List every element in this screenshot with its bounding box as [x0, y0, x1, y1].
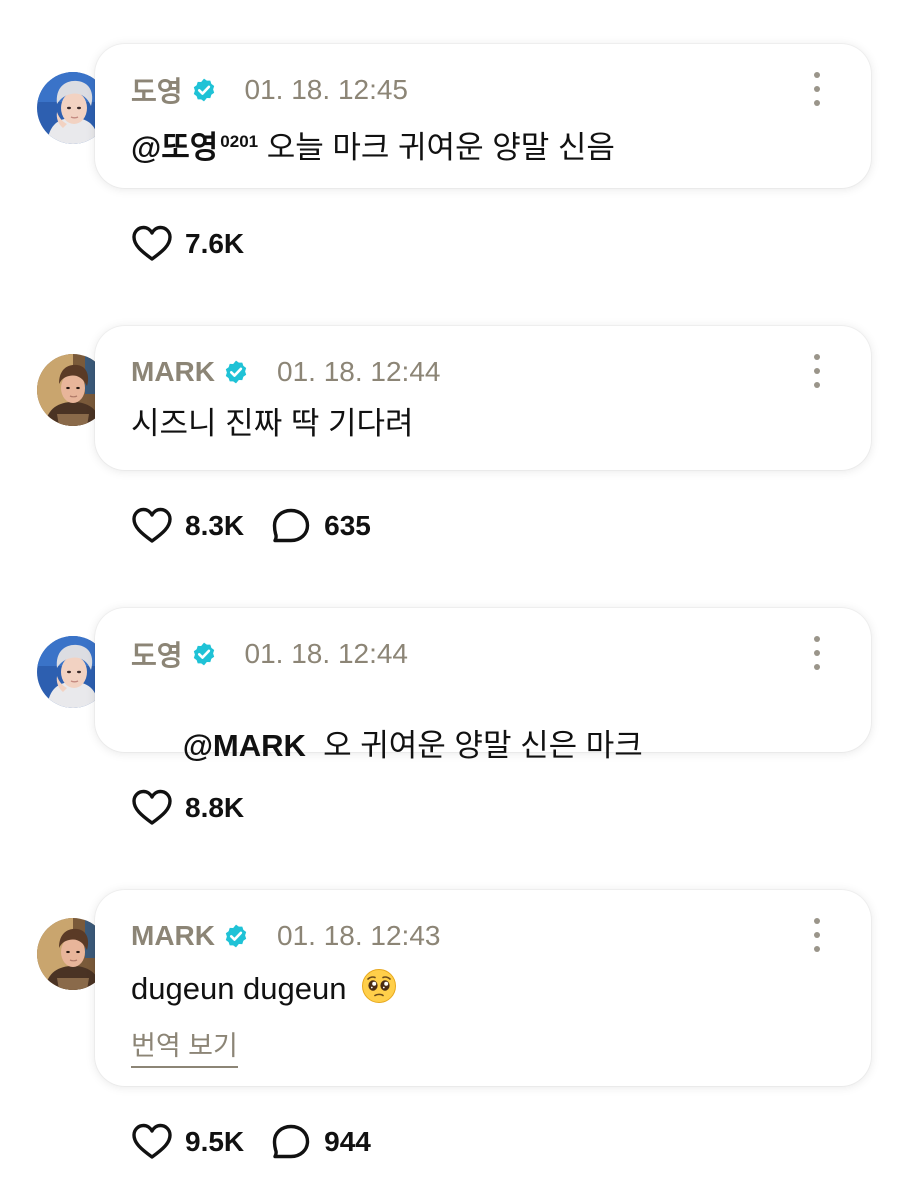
author-name[interactable]: 도영 — [131, 70, 183, 110]
like-button[interactable]: 7.6K — [131, 224, 244, 264]
comment-button[interactable]: 944 — [270, 1122, 371, 1162]
post-meta: MARK 01. 18. 12:44 — [131, 354, 440, 390]
post-text: @또영 0201 오늘 마크 귀여운 양말 신음 — [131, 130, 615, 165]
more-options-icon[interactable] — [805, 72, 829, 106]
author-name[interactable]: 도영 — [131, 634, 183, 674]
post-text: dugeun dugeun — [131, 968, 397, 1009]
translate-link[interactable]: 번역 보기 — [131, 1024, 238, 1068]
more-options-icon[interactable] — [805, 636, 829, 670]
verified-badge-icon — [223, 923, 249, 949]
post-actions: 7.6K — [131, 224, 270, 264]
like-button[interactable]: 8.8K — [131, 788, 244, 828]
mention-link[interactable]: @또영 0201 — [131, 130, 258, 165]
comment-icon — [270, 506, 312, 546]
comment-count: 944 — [324, 1126, 371, 1157]
post-meta: 도영 01. 18. 12:45 — [131, 72, 408, 108]
more-options-icon[interactable] — [805, 354, 829, 388]
verified-badge-icon — [223, 359, 249, 385]
author-name[interactable]: MARK — [131, 920, 215, 952]
heart-icon — [131, 788, 173, 828]
post-actions: 8.3K 635 — [131, 506, 397, 546]
post-timestamp: 01. 18. 12:44 — [277, 356, 441, 387]
like-count: 9.5K — [185, 1126, 245, 1157]
post-bubble: MARK 01. 18. 12:44 시즈니 진짜 딱 기다려 — [95, 326, 871, 470]
mention-link[interactable]: @MARK — [183, 728, 306, 763]
post-actions: 8.8K — [131, 788, 270, 828]
verified-badge-icon — [191, 641, 217, 667]
more-options-icon[interactable] — [805, 918, 829, 952]
post-bubble: 도영 01. 18. 12:44 @MARK 오 귀여운 양말 신은 마크 — [95, 608, 871, 763]
like-button[interactable]: 9.5K — [131, 1122, 244, 1162]
post-text: 시즈니 진짜 딱 기다려 — [131, 406, 414, 441]
verified-badge-icon — [191, 77, 217, 103]
post-bubble: MARK 01. 18. 12:43 dugeun dugeun 번역 보기 — [95, 890, 871, 1086]
post-timestamp: 01. 18. 12:44 — [244, 638, 409, 669]
like-button[interactable]: 8.3K — [131, 506, 244, 546]
like-count: 8.3K — [185, 510, 245, 541]
pleading-face-emoji — [361, 968, 397, 1004]
author-name[interactable]: MARK — [131, 356, 215, 388]
heart-icon — [131, 1122, 173, 1162]
post-actions: 9.5K 944 — [131, 1122, 397, 1162]
like-count: 8.8K — [185, 792, 245, 823]
heart-icon — [131, 224, 173, 264]
comment-count: 635 — [324, 510, 371, 541]
comment-icon — [270, 1122, 312, 1162]
post-timestamp: 01. 18. 12:43 — [277, 920, 441, 951]
post-bubble: 도영 01. 18. 12:45 @또영 0201 오늘 마크 귀여운 양말 신음 — [95, 44, 871, 188]
post-timestamp: 01. 18. 12:45 — [244, 74, 409, 105]
like-count: 7.6K — [185, 228, 245, 259]
comment-button[interactable]: 635 — [270, 506, 371, 546]
post-meta: MARK 01. 18. 12:43 — [131, 918, 440, 954]
heart-icon — [131, 506, 173, 546]
post-meta: 도영 01. 18. 12:44 — [131, 636, 408, 672]
